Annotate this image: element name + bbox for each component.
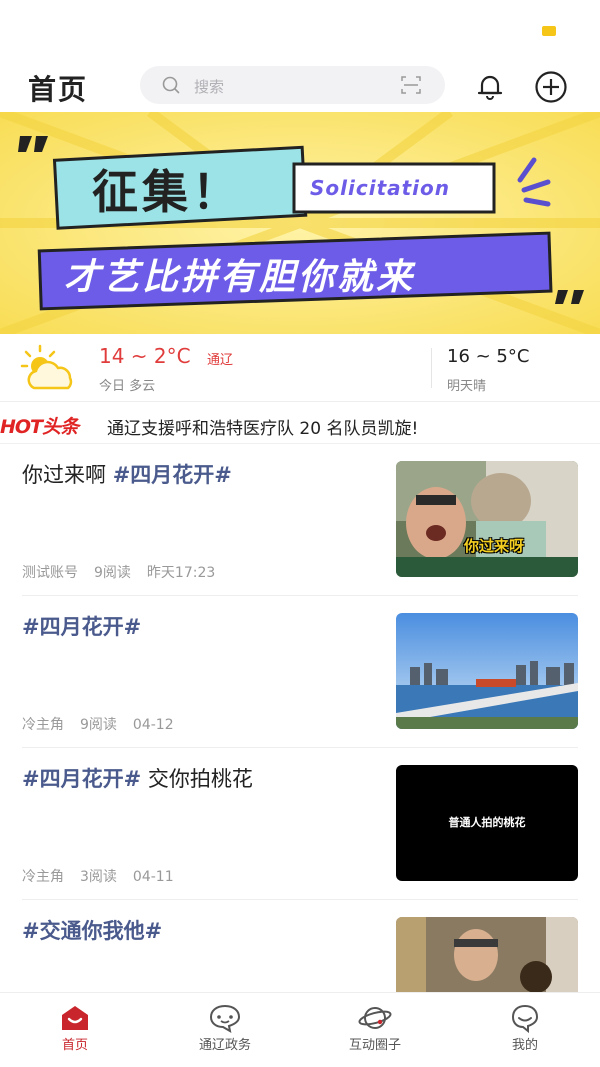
feed-item-title: #四月花开#	[22, 612, 382, 642]
timestamp: 04-12	[132, 717, 174, 733]
notification-bell-icon[interactable]	[474, 70, 506, 102]
feed-item-title: #交通你我他#	[22, 916, 382, 946]
battery-icon	[542, 26, 556, 36]
tomorrow-condition: 明天晴	[447, 379, 487, 394]
author: 冷主角	[22, 869, 64, 885]
hot-headline-bar[interactable]: HOT头条 通辽支援呼和浩特医疗队 20 名队员凯旋!	[0, 402, 600, 444]
partly-cloudy-icon	[20, 344, 73, 390]
tab-community[interactable]: 互动圈子	[300, 993, 450, 1067]
feed-item-meta: 冷主角 9阅读 04-12	[22, 714, 190, 734]
weather-city: 通辽	[207, 353, 234, 368]
search-bar[interactable]: 搜索	[140, 66, 445, 104]
read-count: 9阅读	[80, 717, 117, 733]
feed-item[interactable]: #四月花开# 冷主角 9阅读 04-12	[22, 596, 578, 748]
banner-headline: 征集！	[92, 165, 242, 219]
feed-thumbnail[interactable]	[396, 917, 578, 992]
profile-icon	[511, 1004, 539, 1033]
planet-icon	[358, 1007, 392, 1029]
tab-government[interactable]: 通辽政务	[150, 993, 300, 1067]
author: 冷主角	[22, 717, 64, 733]
banner-english: Solicitation	[310, 176, 451, 200]
add-circle-icon[interactable]	[534, 70, 568, 104]
home-icon	[62, 1006, 88, 1030]
search-icon	[162, 76, 180, 94]
author: 测试账号	[22, 565, 78, 581]
tomorrow-temperature: 16 ~ 5°C	[447, 346, 530, 367]
banner-subline: 才艺比拼有胆你就来	[64, 257, 416, 298]
status-bar	[0, 0, 600, 60]
feed-item-title: 你过来啊 #四月花开#	[22, 463, 232, 487]
tab-label: 我的	[511, 1038, 538, 1053]
tab-label: 互动圈子	[348, 1038, 401, 1053]
topic-tag[interactable]: #四月花开#	[22, 767, 141, 791]
feed-item-title: #四月花开# 交你拍桃花	[22, 767, 253, 791]
scan-icon[interactable]	[401, 76, 421, 94]
read-count: 9阅读	[94, 565, 131, 581]
tab-label: 通辽政务	[198, 1038, 251, 1053]
page-title: 首页	[28, 73, 89, 106]
feed-item-meta: 冷主角 3阅读 04-11	[22, 866, 190, 886]
feed-item-meta: 测试账号 9阅读 昨天17:23	[22, 562, 231, 582]
read-count: 3阅读	[80, 869, 117, 885]
timestamp: 04-11	[132, 869, 174, 885]
feed-item[interactable]: 你过来啊 #四月花开# 测试账号 9阅读 昨天17:23 你过来呀	[22, 444, 578, 596]
search-placeholder: 搜索	[194, 78, 225, 96]
thumbnail-caption: 普通人拍的桃花	[448, 816, 526, 829]
hot-headline-text[interactable]: 通辽支援呼和浩特医疗队 20 名队员凯旋!	[107, 414, 418, 439]
promo-banner[interactable]: 征集！ Solicitation 才艺比拼有胆你就来	[0, 112, 600, 334]
topic-tag[interactable]: #交通你我他#	[22, 919, 162, 943]
feed-thumbnail[interactable]: 普通人拍的桃花	[396, 765, 578, 881]
news-feed: 你过来啊 #四月花开# 测试账号 9阅读 昨天17:23 你过来呀 #四月花开# 冷…	[0, 444, 600, 992]
topic-tag[interactable]: #四月花开#	[22, 615, 141, 639]
thumbnail-caption: 你过来呀	[464, 537, 525, 555]
banner-art	[0, 112, 600, 334]
bottom-tab-bar: 首页 通辽政务 互动圈子 我的	[0, 992, 600, 1067]
weather-widget[interactable]: 14 ~ 2°C 通辽 今日 多云 16 ~ 5°C 明天晴	[0, 334, 600, 402]
feed-item[interactable]: #四月花开# 交你拍桃花 冷主角 3阅读 04-11 普通人拍的桃花	[22, 748, 578, 900]
today-temperature: 14 ~ 2°C	[99, 344, 191, 368]
weather-divider	[431, 348, 432, 388]
timestamp: 昨天17:23	[146, 565, 216, 581]
top-header: 首页 搜索	[0, 60, 600, 112]
tab-home[interactable]: 首页	[0, 993, 150, 1067]
hot-logo: HOT头条	[0, 416, 79, 438]
feed-item[interactable]: #交通你我他#	[22, 900, 578, 992]
tab-label: 首页	[61, 1038, 88, 1053]
feed-thumbnail[interactable]	[396, 613, 578, 729]
chat-icon	[209, 1004, 241, 1033]
feed-thumbnail[interactable]: 你过来呀	[396, 461, 578, 577]
topic-tag[interactable]: #四月花开#	[113, 463, 232, 487]
tab-profile[interactable]: 我的	[450, 993, 600, 1067]
today-condition: 今日 多云	[99, 379, 156, 394]
